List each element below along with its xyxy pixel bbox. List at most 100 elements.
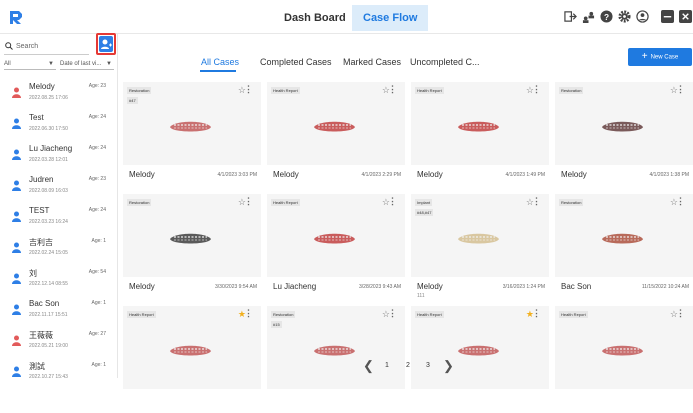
case-thumbnail[interactable]: Health Report ★ ⋮ <box>123 306 261 389</box>
more-options-icon[interactable]: ⋮ <box>676 196 685 207</box>
case-patient-name: Melody <box>129 282 155 291</box>
plus-icon: + <box>641 51 648 62</box>
add-patient-icon <box>99 36 113 52</box>
case-type-badge: #47 <box>127 97 138 104</box>
patient-sidebar: Search All ▼ Date of last vi... ▼ Melody… <box>0 34 118 380</box>
more-options-icon[interactable]: ⋮ <box>532 84 541 95</box>
page-3[interactable]: 3 <box>426 362 430 369</box>
logout-icon[interactable] <box>564 10 577 23</box>
tab-uncompleted-cases[interactable]: Uncompleted C... <box>410 57 480 67</box>
case-date: 4/1/2023 1:49 PM <box>505 172 545 178</box>
page-2[interactable]: 2 <box>406 362 410 369</box>
case-card[interactable]: Health Report ☆ ⋮ Melody 4/1/2023 2:29 PM <box>267 82 405 189</box>
patient-last-visit: 2022.08.25 17:06 <box>29 95 68 101</box>
case-card[interactable]: Restoration ☆ ⋮ Bac Son 11/15/2022 10:24 AM <box>555 194 693 301</box>
case-card[interactable]: Implant #48,#47 ☆ ⋮ Melody 3/16/2023 1:24 PM 1… <box>411 194 549 301</box>
tab-completed-cases[interactable]: Completed Cases <box>260 57 332 67</box>
more-options-icon[interactable]: ⋮ <box>244 308 253 319</box>
case-type-badge: #48,#47 <box>415 209 434 216</box>
case-thumbnail[interactable]: Implant #48,#47 ☆ ⋮ <box>411 194 549 277</box>
case-thumbnail[interactable]: Restoration ☆ ⋮ <box>555 194 693 277</box>
case-card[interactable]: Health Report ★ ⋮ <box>123 306 261 413</box>
sort-label: Date of last vi... <box>60 61 102 67</box>
patient-name: Melody <box>29 82 55 91</box>
case-thumbnail[interactable]: Health Report ★ ⋮ <box>411 306 549 389</box>
case-patient-name: Melody <box>417 170 443 179</box>
patient-list-item[interactable]: 王薇薇 2022.05.21 19:00 Age: 27 <box>0 326 118 357</box>
patient-age: Age: 24 <box>88 114 106 120</box>
person-icon <box>12 211 21 222</box>
patient-name: Bac Son <box>29 299 60 308</box>
more-options-icon[interactable]: ⋮ <box>532 308 541 319</box>
svg-text:?: ? <box>604 12 609 22</box>
add-patient-button[interactable] <box>96 33 116 55</box>
prev-page-icon[interactable]: ❮ <box>363 358 374 374</box>
filter-all-label: All <box>4 61 11 67</box>
case-type-badge: Restoration <box>271 311 296 318</box>
settings-icon[interactable] <box>618 10 631 23</box>
case-thumbnail[interactable]: Health Report ☆ ⋮ <box>267 194 405 277</box>
more-options-icon[interactable]: ⋮ <box>532 196 541 207</box>
case-card[interactable]: Health Report ☆ ⋮ Lu Jiacheng 3/28/2023 9:43… <box>267 194 405 301</box>
patient-name: TEST <box>29 206 50 215</box>
next-page-icon[interactable]: ❯ <box>443 358 454 374</box>
patient-list-item[interactable]: Bac Son 2022.11.17 15:51 Age: 1 <box>0 295 118 326</box>
case-thumbnail[interactable]: Health Report ☆ ⋮ <box>267 82 405 165</box>
more-options-icon[interactable]: ⋮ <box>244 84 253 95</box>
case-thumbnail[interactable]: Restoration ☆ ⋮ <box>123 194 261 277</box>
patient-age: Age: 27 <box>88 331 106 337</box>
patient-list-item[interactable]: Judren 2022.08.09 16:03 Age: 23 <box>0 171 118 202</box>
patient-list-item[interactable]: Melody 2022.08.25 17:06 Age: 23 <box>0 78 118 109</box>
account-icon[interactable] <box>636 10 649 23</box>
case-patient-name: Melody <box>561 170 587 179</box>
case-thumbnail[interactable]: Restoration #47 ☆ ⋮ <box>123 82 261 165</box>
case-thumbnail[interactable]: Health Report ☆ ⋮ <box>411 82 549 165</box>
page-1[interactable]: 1 <box>385 362 389 369</box>
dental-scan-image <box>458 345 499 356</box>
users-icon[interactable] <box>582 10 595 23</box>
case-thumbnail[interactable]: Health Report ☆ ⋮ <box>555 306 693 389</box>
tab-marked-cases[interactable]: Marked Cases <box>343 57 401 67</box>
search-icon <box>5 42 13 50</box>
tab-case-flow[interactable]: Case Flow <box>352 5 429 31</box>
more-options-icon[interactable]: ⋮ <box>388 84 397 95</box>
filter-all-dropdown[interactable]: All ▼ <box>4 58 56 70</box>
more-options-icon[interactable]: ⋮ <box>388 308 397 319</box>
patient-list-item[interactable]: 刘 2022.12.14 08:55 Age: 54 <box>0 264 118 295</box>
more-options-icon[interactable]: ⋮ <box>388 196 397 207</box>
new-case-button[interactable]: + New Case <box>628 48 692 66</box>
patient-list-item[interactable]: TEST 2022.03.23 16:24 Age: 24 <box>0 202 118 233</box>
case-type-badge: Implant <box>415 199 433 206</box>
help-icon[interactable]: ? <box>600 10 613 23</box>
close-icon[interactable] <box>679 10 692 23</box>
patient-list-item[interactable]: 測試 2022.10.27 15:43 Age: 1 <box>0 357 118 388</box>
case-type-badge: Health Report <box>271 87 300 94</box>
tab-dashboard[interactable]: Dash Board <box>273 5 357 31</box>
tab-all-cases[interactable]: All Cases <box>201 57 239 67</box>
case-card[interactable]: Restoration ☆ ⋮ Melody 3/30/2023 9:54 AM <box>123 194 261 301</box>
case-thumbnail[interactable]: Restoration #15 ☆ ⋮ <box>267 306 405 389</box>
case-thumbnail[interactable]: Restoration ☆ ⋮ <box>555 82 693 165</box>
case-card[interactable]: Restoration #47 ☆ ⋮ Melody 4/1/2023 3:03 PM <box>123 82 261 189</box>
patient-last-visit: 2022.10.27 15:43 <box>29 374 68 380</box>
minimize-icon[interactable] <box>661 10 674 23</box>
more-options-icon[interactable]: ⋮ <box>244 196 253 207</box>
case-type-badge: Health Report <box>559 311 588 318</box>
more-options-icon[interactable]: ⋮ <box>676 308 685 319</box>
case-card[interactable]: Restoration ☆ ⋮ Melody 4/1/2023 1:38 PM <box>555 82 693 189</box>
more-options-icon[interactable]: ⋮ <box>676 84 685 95</box>
case-card[interactable]: Health Report ☆ ⋮ Melody 4/1/2023 1:49 PM <box>411 82 549 189</box>
search-input[interactable]: Search <box>4 39 89 55</box>
patient-list-item[interactable]: 吉利吉 2022.02.24 15:05 Age: 1 <box>0 233 118 264</box>
dental-scan-image <box>314 233 355 244</box>
person-icon <box>12 149 21 160</box>
case-card[interactable]: Health Report ☆ ⋮ <box>555 306 693 413</box>
sort-dropdown[interactable]: Date of last vi... ▼ <box>60 58 114 70</box>
top-bar: Dash Board Case Flow ? <box>0 0 693 34</box>
patient-last-visit: 2022.03.23 16:24 <box>29 219 68 225</box>
patient-list-item[interactable]: Test 2022.06.30 17:50 Age: 24 <box>0 109 118 140</box>
dental-scan-image <box>458 121 499 132</box>
dental-scan-image <box>314 121 355 132</box>
dental-scan-image <box>602 121 643 132</box>
patient-list-item[interactable]: Lu Jiacheng 2022.03.28 12:01 Age: 24 <box>0 140 118 171</box>
